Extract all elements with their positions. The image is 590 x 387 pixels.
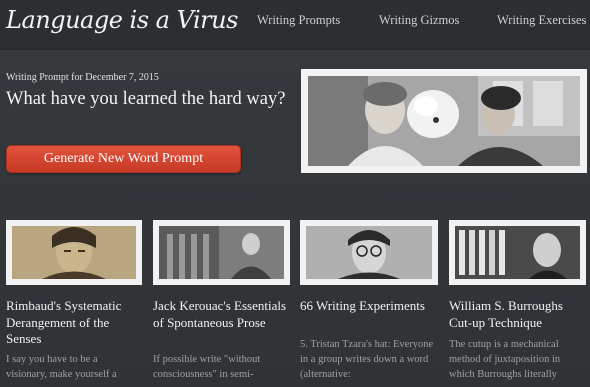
hero-photo-illustration — [308, 76, 580, 166]
kerouac-photo — [159, 226, 284, 279]
card-3-photo — [306, 226, 432, 279]
card-2-thumbnail[interactable] — [153, 220, 290, 285]
card-4-title[interactable]: William S. Burroughs Cut-up Technique — [449, 298, 587, 331]
burroughs-collage — [455, 226, 580, 279]
prompt-question: What have you learned the hard way? — [6, 89, 286, 109]
card-1-title[interactable]: Rimbaud's Systematic Derangement of the … — [6, 298, 141, 348]
card-1-photo — [12, 226, 136, 279]
card-3-thumbnail[interactable] — [300, 220, 438, 285]
card-3-title[interactable]: 66 Writing Experiments — [300, 298, 436, 315]
hero-photo — [308, 76, 580, 166]
card-4-photo — [455, 226, 580, 279]
site-logo[interactable]: Language is a Virus — [6, 6, 238, 34]
prompt-date: Writing Prompt for December 7, 2015 — [6, 72, 159, 83]
nav-writing-prompts[interactable]: Writing Prompts — [257, 13, 340, 28]
card-3-excerpt: 5. Tristan Tzara's hat: Everyone in a gr… — [300, 339, 434, 380]
card-1-excerpt: I say you have to be a visionary, make y… — [6, 354, 117, 380]
tzara-portrait — [306, 226, 432, 279]
hero-image — [301, 69, 587, 173]
top-bar: Language is a Virus Writing Prompts Writ… — [0, 0, 590, 50]
card-2-excerpt: If possible write "without consciousness… — [153, 354, 261, 380]
rimbaud-portrait — [12, 226, 136, 279]
card-1-thumbnail[interactable] — [6, 220, 142, 285]
nav-writing-gizmos[interactable]: Writing Gizmos — [379, 13, 459, 28]
card-4-excerpt: The cutup is a mechanical method of juxt… — [449, 339, 561, 380]
card-4-thumbnail[interactable] — [449, 220, 586, 285]
card-2-photo — [159, 226, 284, 279]
nav-writing-exercises[interactable]: Writing Exercises — [497, 13, 586, 28]
generate-word-prompt-button[interactable]: Generate New Word Prompt — [6, 145, 241, 173]
card-2-title[interactable]: Jack Kerouac's Essentials of Spontaneous… — [153, 298, 288, 331]
